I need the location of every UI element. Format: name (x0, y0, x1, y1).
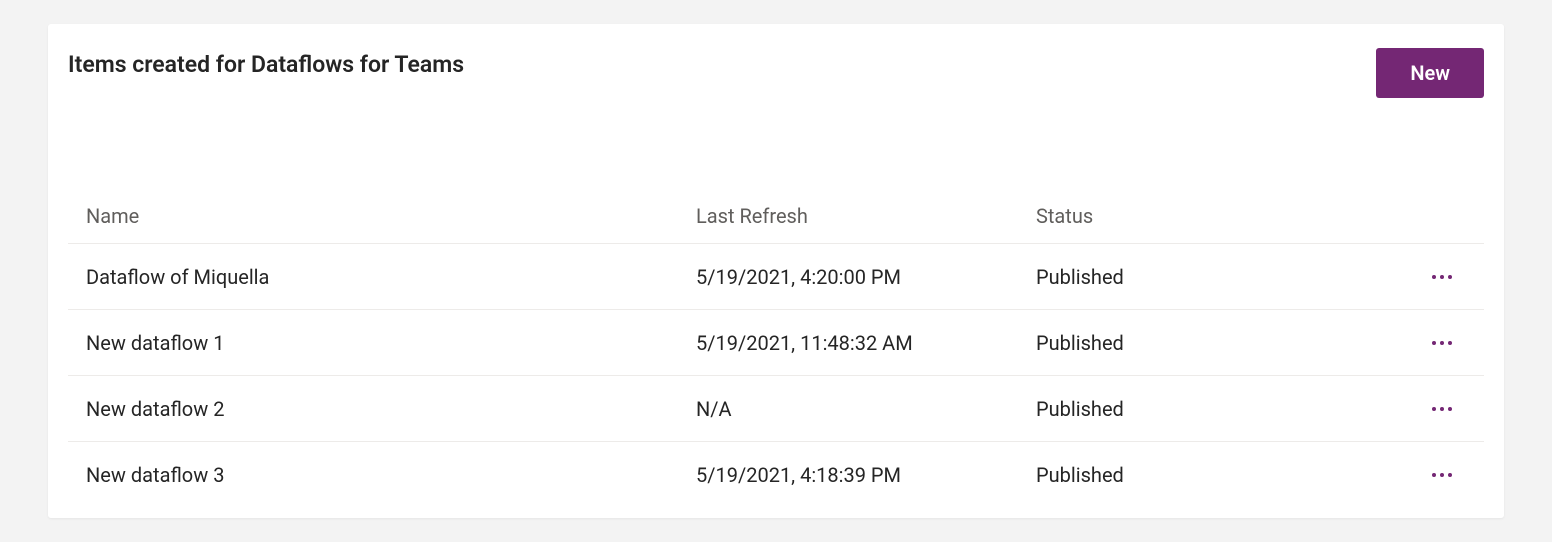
cell-last-refresh: N/A (696, 397, 1036, 421)
cell-actions (1376, 399, 1466, 419)
page-title: Items created for Dataflows for Teams (68, 48, 464, 80)
card-header: Items created for Dataflows for Teams Ne… (68, 48, 1484, 98)
more-options-button[interactable] (1426, 267, 1458, 287)
more-horizontal-icon (1432, 275, 1452, 279)
more-horizontal-icon (1432, 341, 1452, 345)
column-header-status[interactable]: Status (1036, 204, 1376, 228)
new-button[interactable]: New (1376, 48, 1484, 98)
table-header-row: Name Last Refresh Status (68, 188, 1484, 244)
cell-actions (1376, 333, 1466, 353)
cell-status: Published (1036, 397, 1376, 421)
column-header-last-refresh[interactable]: Last Refresh (696, 204, 1036, 228)
cell-name: New dataflow 2 (86, 397, 696, 421)
cell-last-refresh: 5/19/2021, 4:18:39 PM (696, 463, 1036, 487)
table-row[interactable]: Dataflow of Miquella 5/19/2021, 4:20:00 … (68, 244, 1484, 310)
more-options-button[interactable] (1426, 465, 1458, 485)
cell-actions (1376, 465, 1466, 485)
cell-name: Dataflow of Miquella (86, 265, 696, 289)
cell-status: Published (1036, 463, 1376, 487)
more-horizontal-icon (1432, 407, 1452, 411)
column-header-name[interactable]: Name (86, 204, 696, 228)
more-horizontal-icon (1432, 473, 1452, 477)
cell-name: New dataflow 1 (86, 331, 696, 355)
more-options-button[interactable] (1426, 399, 1458, 419)
cell-status: Published (1036, 331, 1376, 355)
cell-name: New dataflow 3 (86, 463, 696, 487)
cell-last-refresh: 5/19/2021, 4:20:00 PM (696, 265, 1036, 289)
more-options-button[interactable] (1426, 333, 1458, 353)
cell-last-refresh: 5/19/2021, 11:48:32 AM (696, 331, 1036, 355)
cell-actions (1376, 267, 1466, 287)
cell-status: Published (1036, 265, 1376, 289)
table-row[interactable]: New dataflow 3 5/19/2021, 4:18:39 PM Pub… (68, 442, 1484, 508)
table-row[interactable]: New dataflow 1 5/19/2021, 11:48:32 AM Pu… (68, 310, 1484, 376)
card: Items created for Dataflows for Teams Ne… (48, 24, 1504, 518)
table-row[interactable]: New dataflow 2 N/A Published (68, 376, 1484, 442)
items-table: Name Last Refresh Status Dataflow of Miq… (68, 188, 1484, 508)
